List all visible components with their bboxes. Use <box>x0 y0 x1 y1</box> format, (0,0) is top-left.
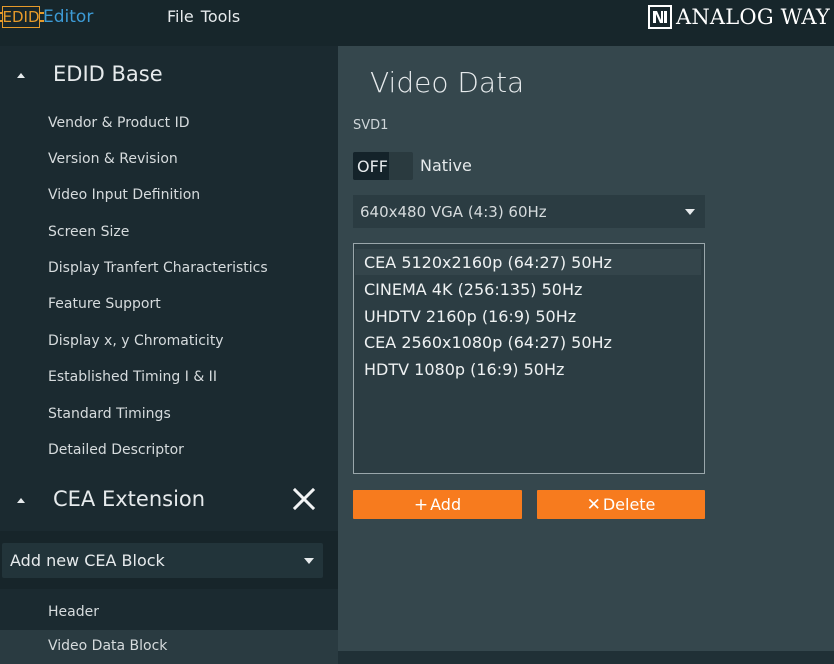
sidebar-item-label: Video Input Definition <box>48 187 201 203</box>
brand-logo: ANALOG WAY <box>647 5 830 29</box>
sidebar-item-detailed-descriptor[interactable]: Detailed Descriptor <box>0 434 338 468</box>
analog-way-logo-icon <box>647 5 672 29</box>
sidebar-item-vendor-product-id[interactable]: Vendor & Product ID <box>0 107 338 141</box>
main-panel: Video Data SVD1 OFF Native 640x480 VGA (… <box>338 46 834 651</box>
list-item[interactable]: CEA 2560x1080p (64:27) 50Hz <box>355 329 701 355</box>
sidebar-item-label: Video Data Block <box>48 638 168 654</box>
sidebar-item-label: Screen Size <box>48 224 130 240</box>
list-item-label: UHDTV 2160p (16:9) 50Hz <box>364 307 577 326</box>
section-edid-base[interactable]: EDID Base <box>0 50 338 100</box>
list-item-label: HDTV 1080p (16:9) 50Hz <box>364 360 565 379</box>
delete-button[interactable]: ✕ Delete <box>537 490 705 519</box>
sidebar-item-label: Standard Timings <box>48 406 171 422</box>
logo-edid-text: EDID <box>2 7 40 26</box>
list-item[interactable]: CINEMA 4K (256:135) 50Hz <box>355 276 701 302</box>
chevron-down-icon <box>304 558 314 564</box>
sidebar-item-label: Detailed Descriptor <box>48 442 184 458</box>
sidebar-item-established-timing[interactable]: Established Timing I & II <box>0 361 338 395</box>
sidebar-item-video-input-definition[interactable]: Video Input Definition <box>0 179 338 213</box>
app-logo: EDID Editor <box>0 5 93 29</box>
page-title: Video Data <box>370 66 525 99</box>
sidebar-item-video-data-block[interactable]: Video Data Block <box>0 630 338 664</box>
native-label: Native <box>420 156 472 175</box>
sidebar-item-feature-support[interactable]: Feature Support <box>0 288 338 322</box>
resolution-value: 640x480 VGA (4:3) 60Hz <box>360 203 547 221</box>
menu-tools[interactable]: Tools <box>201 7 240 26</box>
sidebar-item-label: Header <box>48 604 99 620</box>
list-item[interactable]: CEA 5120x2160p (64:27) 50Hz <box>355 249 701 275</box>
sidebar-item-version-revision[interactable]: Version & Revision <box>0 143 338 177</box>
section-cea-extension[interactable]: CEA Extension <box>0 475 338 525</box>
list-item-label: CINEMA 4K (256:135) 50Hz <box>364 280 583 299</box>
section-title-cea-extension: CEA Extension <box>53 487 206 511</box>
sidebar-item-label: Display Tranfert Characteristics <box>48 260 268 276</box>
chevron-down-icon <box>685 209 695 215</box>
delete-button-label: Delete <box>602 495 656 514</box>
sidebar-item-label: Vendor & Product ID <box>48 115 190 131</box>
add-button-label: Add <box>430 495 462 514</box>
menu-file[interactable]: File <box>167 7 194 26</box>
sidebar-item-display-transfer[interactable]: Display Tranfert Characteristics <box>0 252 338 286</box>
list-item-label: CEA 2560x1080p (64:27) 50Hz <box>364 333 612 352</box>
sidebar-item-header[interactable]: Header <box>0 596 338 630</box>
section-title-edid-base: EDID Base <box>53 62 163 86</box>
sidebar-item-screen-size[interactable]: Screen Size <box>0 216 338 250</box>
menu-bar: File Tools <box>167 7 240 26</box>
sidebar-item-label: Established Timing I & II <box>48 369 217 385</box>
plus-icon: + <box>413 494 429 515</box>
collapse-triangle-icon <box>17 73 25 78</box>
brand-name: ANALOG WAY <box>675 5 830 29</box>
list-item[interactable]: UHDTV 2160p (16:9) 50Hz <box>355 303 701 329</box>
sidebar-item-label: Version & Revision <box>48 151 178 167</box>
sidebar-item-standard-timings[interactable]: Standard Timings <box>0 398 338 432</box>
native-toggle[interactable]: OFF <box>353 152 413 180</box>
close-icon[interactable] <box>292 487 316 511</box>
sidebar: EDID Base Vendor & Product ID Version & … <box>0 46 338 664</box>
add-cea-block-select[interactable]: Add new CEA Block <box>2 543 323 578</box>
list-item-label: CEA 5120x2160p (64:27) 50Hz <box>364 253 612 272</box>
resolution-select[interactable]: 640x480 VGA (4:3) 60Hz <box>353 195 705 228</box>
sidebar-item-label: Display x, y Chromaticity <box>48 333 224 349</box>
chip-icon: EDID <box>0 6 44 28</box>
add-button[interactable]: + Add <box>353 490 522 519</box>
svd-label: SVD1 <box>353 118 389 133</box>
sidebar-item-chromaticity[interactable]: Display x, y Chromaticity <box>0 325 338 359</box>
svd-list[interactable]: CEA 5120x2160p (64:27) 50Hz CINEMA 4K (2… <box>353 243 705 474</box>
add-cea-block-label: Add new CEA Block <box>10 551 165 570</box>
app-name: Editor <box>43 7 94 27</box>
x-icon: ✕ <box>586 494 601 515</box>
top-bar: EDID Editor File Tools ANALOG WAY <box>0 0 834 46</box>
collapse-triangle-icon <box>17 498 25 503</box>
list-item[interactable]: HDTV 1080p (16:9) 50Hz <box>355 356 701 382</box>
toggle-state-label: OFF <box>357 157 388 176</box>
sidebar-item-label: Feature Support <box>48 296 161 312</box>
